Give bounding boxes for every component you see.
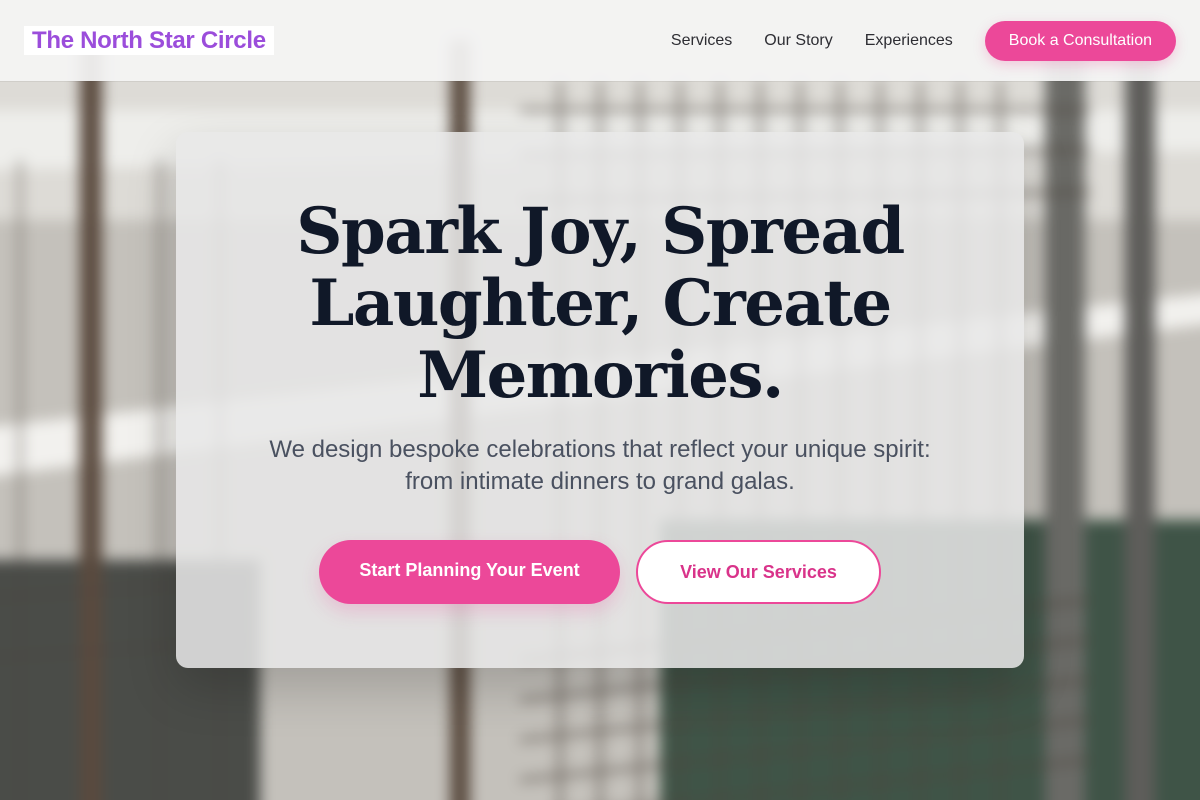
nav-link-our-story[interactable]: Our Story <box>764 32 832 50</box>
book-consultation-button[interactable]: Book a Consultation <box>984 20 1176 61</box>
landing-page: The North Star Circle Services Our Story… <box>0 0 1200 800</box>
brand-logo[interactable]: The North Star Circle <box>24 25 274 55</box>
hero-subtitle: We design bespoke celebrations that refl… <box>269 436 931 495</box>
hero-card: Spark Joy, Spread Laughter, Create Memor… <box>176 132 1024 668</box>
site-header: The North Star Circle Services Our Story… <box>0 0 1200 81</box>
nav-link-experiences[interactable]: Experiences <box>865 32 953 50</box>
nav-link-services[interactable]: Services <box>671 32 732 50</box>
hero-title: Spark Joy, Spread Laughter, Create Memor… <box>296 194 905 413</box>
main-nav: Services Our Story Experiences Book a Co… <box>671 20 1176 61</box>
view-services-button[interactable]: View Our Services <box>636 540 881 604</box>
start-planning-button[interactable]: Start Planning Your Event <box>319 540 620 604</box>
